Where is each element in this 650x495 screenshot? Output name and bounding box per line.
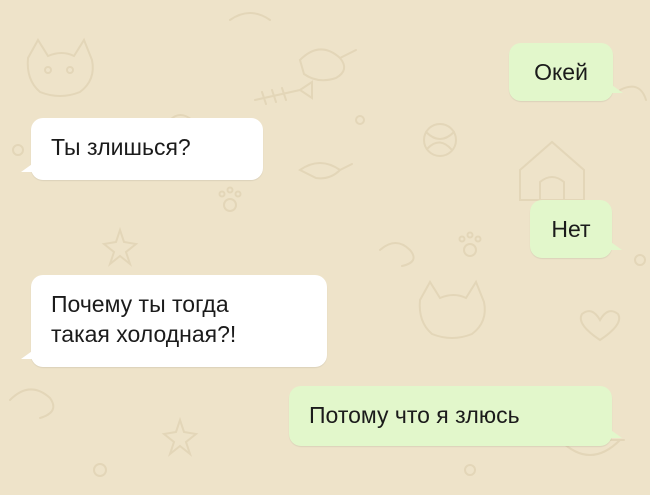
bird-doodle [298,162,353,180]
heart-doodle [579,310,621,342]
bubble-tail [608,240,622,250]
message-text: Потому что я злюсь [309,402,520,428]
bubble-tail [21,349,35,359]
paw-doodle [223,198,237,212]
message-text: Ты злишься? [51,134,191,160]
message-text-line: Почему ты тогда [51,291,229,317]
cat-doodle [26,37,94,97]
outgoing-message[interactable]: Потому что я злюсь [289,386,622,446]
mouse-doodle [298,48,357,82]
bubble-tail [609,83,623,93]
message-text: Окей [534,59,588,85]
message-text-line: такая холодная?! [51,321,237,347]
chat-area[interactable]: Окей Ты злишься? Нет Почему ты тогда так… [0,0,650,495]
outgoing-message[interactable]: Окей [509,43,623,101]
star-doodle [101,226,139,267]
incoming-message[interactable]: Почему ты тогда такая холодная?! [21,275,327,367]
house-doodle [519,140,585,201]
bubble-tail [21,162,35,172]
incoming-message[interactable]: Ты злишься? [21,118,263,180]
outgoing-message[interactable]: Нет [530,200,622,258]
bubble-tail [608,428,622,438]
fish-bone-doodle [254,80,313,105]
message-text: Нет [551,216,591,242]
cat-doodle [418,279,486,339]
